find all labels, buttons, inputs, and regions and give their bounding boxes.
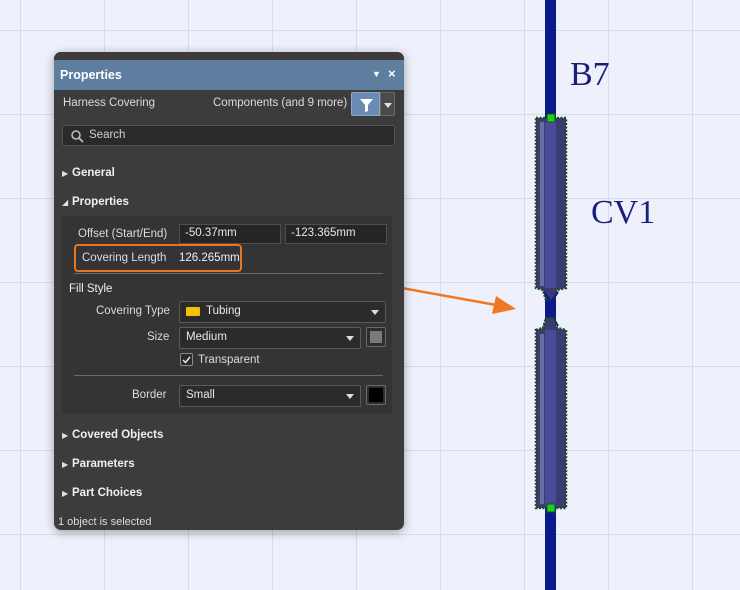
properties-panel: Properties ▼ × Harness Covering Componen… (54, 52, 404, 530)
section-general[interactable]: ▶ General (62, 167, 115, 179)
selection-filter-label[interactable]: Components (and 9 more) (213, 97, 347, 109)
checkmark-icon (182, 356, 191, 364)
object-type-label: Harness Covering (63, 97, 156, 109)
border-value: Small (186, 389, 215, 401)
covering-cv1-lower[interactable] (534, 316, 568, 510)
border-label: Border (132, 389, 167, 401)
close-icon[interactable]: × (388, 66, 396, 81)
search-icon (71, 130, 84, 143)
covering-cv1-upper[interactable] (534, 116, 568, 302)
expand-triangle-icon: ▶ (62, 169, 69, 178)
panel-titlebar: Properties ▼ × (54, 60, 404, 90)
status-text: 1 object is selected (58, 516, 152, 528)
fill-style-heading: Fill Style (69, 283, 113, 295)
expand-triangle-icon: ▶ (62, 460, 69, 469)
covering-label: CV1 (591, 194, 656, 231)
chevron-down-icon (346, 394, 354, 399)
covering-end-handle[interactable] (546, 503, 556, 513)
collapse-triangle-icon: ◢ (62, 198, 69, 207)
panel-title: Properties (60, 68, 122, 82)
size-color-button[interactable] (366, 327, 386, 347)
section-part-choices[interactable]: ▶ Part Choices (62, 487, 142, 499)
divider (74, 375, 383, 376)
expand-triangle-icon: ▶ (62, 431, 69, 440)
covering-start-handle[interactable] (546, 113, 556, 123)
size-label: Size (147, 331, 170, 343)
section-parameters[interactable]: ▶ Parameters (62, 458, 135, 470)
border-color-button[interactable] (366, 385, 386, 405)
offset-label: Offset (Start/End) (78, 228, 168, 240)
offset-start-field[interactable]: -50.37mm (179, 224, 281, 244)
search-input[interactable]: Search (62, 125, 395, 146)
filter-icon (360, 99, 373, 112)
covering-type-select[interactable]: Tubing (179, 301, 386, 323)
section-covered-objects[interactable]: ▶ Covered Objects (62, 429, 163, 441)
size-select[interactable]: Medium (179, 327, 361, 349)
divider (74, 273, 383, 274)
section-properties[interactable]: ◢ Properties (62, 196, 129, 208)
selection-filter-button[interactable] (351, 92, 380, 116)
chevron-down-icon (346, 336, 354, 341)
chevron-down-icon (384, 103, 392, 108)
covering-type-label: Covering Type (96, 305, 170, 317)
color-swatch (370, 331, 382, 343)
covering-type-value: Tubing (206, 305, 241, 317)
filter-dropdown-button[interactable] (380, 92, 395, 116)
covering-length-highlight (74, 244, 242, 272)
section-general-label: General (72, 167, 115, 179)
chevron-down-icon (371, 310, 379, 315)
tubing-color-icon (186, 307, 200, 316)
border-select[interactable]: Small (179, 385, 361, 407)
expand-triangle-icon: ▶ (62, 489, 69, 498)
section-part-choices-label: Part Choices (72, 487, 143, 499)
panel-menu-icon[interactable]: ▼ (372, 69, 381, 79)
offset-end-field[interactable]: -123.365mm (285, 224, 387, 244)
size-value: Medium (186, 331, 227, 343)
section-covered-objects-label: Covered Objects (72, 429, 164, 441)
transparent-label: Transparent (198, 354, 260, 366)
wire-label: B7 (570, 56, 610, 93)
color-swatch (369, 388, 383, 402)
section-parameters-label: Parameters (72, 458, 135, 470)
section-properties-label: Properties (72, 196, 129, 208)
transparent-checkbox[interactable] (180, 353, 193, 366)
search-placeholder: Search (89, 129, 126, 141)
callout-arrowhead (492, 296, 516, 314)
